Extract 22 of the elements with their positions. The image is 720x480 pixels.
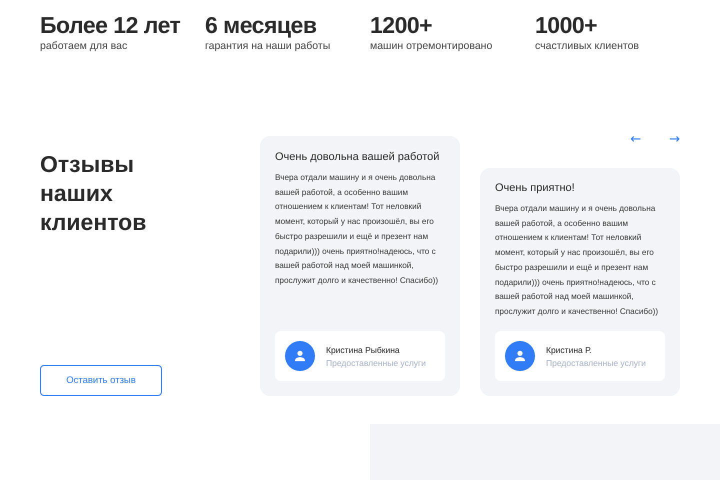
stat-value: 1000+ [535, 11, 598, 39]
stat-label: гарантия на наши работы [205, 40, 330, 52]
next-button[interactable]: → [669, 133, 680, 147]
user-icon [285, 341, 315, 371]
previous-button[interactable]: ← [630, 133, 642, 147]
review-text: Вчера отдали машину и я очень довольна вашей работой, а особенно вашим отношением к клиентам! Тот неловкий момент, который у нас произошёл, вы его быстро разрешили и ещё и презент нам подарили))) очень приятно!надеюсь, что с вашей работой над моей машинкой, прослужит долго и качественно! Спасибо)) [495, 203, 660, 318]
stat-label: работаем для вас [40, 40, 128, 52]
review-text: Вчера отдали машину и я очень довольна вашей работой, а особенно вашим отношением к клиентам! Тот неловкий момент, который у нас произошёл, вы его быстро разрешили и ещё и презент нам подарили))) очень приятно!надеюсь, что с вашей работой над моей машинкой, прослужит долго и качественно! Спасибо)) [275, 172, 440, 287]
leave-review-button[interactable]: Оставить отзыв [40, 365, 162, 396]
service-label: Предоставленные услуги [546, 358, 646, 368]
service-label: Предоставленные услуги [326, 358, 426, 368]
stat-label: счастливых клиентов [535, 40, 640, 52]
stat-value: 6 месяцев [205, 11, 316, 39]
author-name: Кристина Р. [546, 344, 593, 354]
author-name: Кристина Рыбкина [326, 344, 401, 354]
review-title: Очень довольна вашей работой [275, 150, 440, 165]
stat-value: Более 12 лет [40, 11, 180, 39]
section-heading: Отзывы наших клиентов [40, 150, 148, 237]
review-title: Очень приятно! [495, 181, 576, 196]
user-icon [505, 341, 535, 371]
stat-value: 1200+ [370, 11, 432, 39]
stat-label: машин отремонтировано [370, 40, 492, 52]
